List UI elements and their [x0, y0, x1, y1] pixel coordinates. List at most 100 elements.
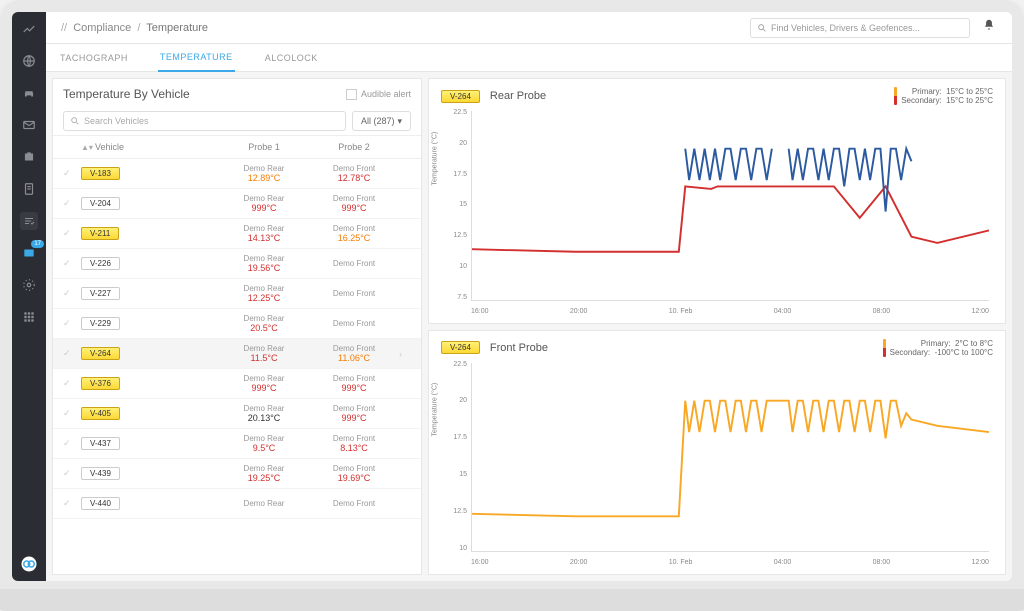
probe2-name: Demo Front: [309, 289, 399, 298]
nav-mail-icon[interactable]: [20, 116, 38, 134]
table-row[interactable]: ✓V-439 Demo Rear19.25°CDemo Front19.69°C: [53, 459, 421, 489]
search-vehicles-input[interactable]: Search Vehicles: [63, 111, 346, 131]
probe2-name: Demo Front: [309, 464, 399, 473]
topbar: // Compliance / Temperature Find Vehicle…: [46, 12, 1012, 44]
probe2-name: Demo Front: [309, 434, 399, 443]
breadcrumb: // Compliance / Temperature: [58, 22, 208, 34]
probe1-value: 20.13°C: [219, 413, 309, 423]
probe2-name: Demo Front: [309, 374, 399, 383]
tab-temperature[interactable]: TEMPERATURE: [158, 44, 235, 72]
notifications-icon[interactable]: [982, 18, 996, 37]
vehicle-tag: V-204: [81, 197, 120, 210]
vehicle-tag: V-264: [81, 347, 120, 360]
check-icon: ✓: [63, 468, 81, 479]
chart-legend: Primary: 15°C to 25°C Secondary: 15°C to…: [894, 87, 993, 105]
table-row[interactable]: ✓V-376Demo Rear999°CDemo Front999°C: [53, 369, 421, 399]
tab-tachograph[interactable]: TACHOGRAPH: [58, 45, 130, 71]
probe2-name: Demo Front: [309, 194, 399, 203]
sidebar: 17: [12, 12, 46, 581]
probe1-value: 19.25°C: [219, 473, 309, 483]
nav-settings-icon[interactable]: [20, 276, 38, 294]
probe2-name: Demo Front: [309, 164, 399, 173]
probe1-value: 12.25°C: [219, 293, 309, 303]
check-icon: ✓: [63, 168, 81, 179]
chart-front-probe: V-264 Front Probe Primary: 2°C to 8°C Se…: [428, 330, 1006, 576]
y-axis-label: Temperature (°C): [432, 383, 439, 437]
probe1-name: Demo Rear: [219, 374, 309, 383]
table-row[interactable]: ✓V-227Demo Rear12.25°CDemo Front: [53, 279, 421, 309]
vehicle-tag: V-405: [81, 407, 120, 420]
chart-title: Front Probe: [490, 342, 548, 354]
sort-icon[interactable]: ▲▾: [81, 143, 93, 152]
nav-globe-icon[interactable]: [20, 52, 38, 70]
table-row[interactable]: ✓V-229Demo Rear20.5°CDemo Front: [53, 309, 421, 339]
nav-card-icon[interactable]: 17: [20, 244, 38, 262]
chevron-right-icon: ›: [399, 349, 411, 359]
audible-alert-toggle[interactable]: Audible alert: [346, 89, 411, 100]
vehicle-tag: V-439: [81, 467, 120, 480]
vehicle-tag: V-229: [81, 317, 120, 330]
chart-plot[interactable]: [471, 111, 989, 301]
probe1-value: 12.89°C: [219, 173, 309, 183]
y-axis-label: Temperature (°C): [432, 131, 439, 185]
probe2-value: 999°C: [309, 203, 399, 213]
probe2-name: Demo Front: [309, 259, 399, 268]
nav-apps-icon[interactable]: [20, 308, 38, 326]
table-row[interactable]: ✓V-204Demo Rear999°CDemo Front999°C: [53, 189, 421, 219]
nav-dashboard-icon[interactable]: [20, 20, 38, 38]
search-icon: [757, 23, 767, 33]
check-icon: ✓: [63, 258, 81, 269]
probe2-name: Demo Front: [309, 499, 399, 508]
table-row[interactable]: ✓V-211Demo Rear14.13°CDemo Front16.25°C: [53, 219, 421, 249]
probe1-value: 14.13°C: [219, 233, 309, 243]
probe2-value: 999°C: [309, 413, 399, 423]
vehicle-tag: V-226: [81, 257, 120, 270]
table-row[interactable]: ✓V-226Demo Rear19.56°CDemo Front: [53, 249, 421, 279]
table-row[interactable]: ✓V-405Demo Rear20.13°CDemo Front999°C: [53, 399, 421, 429]
probe2-value: 11.06°C: [309, 353, 399, 363]
vehicle-tag: V-376: [81, 377, 120, 390]
probe1-name: Demo Rear: [219, 404, 309, 413]
probe2-name: Demo Front: [309, 319, 399, 328]
table-row[interactable]: ✓V-183Demo Rear12.89°CDemo Front12.78°C: [53, 159, 421, 189]
tab-alcolock[interactable]: ALCOLOCK: [263, 45, 320, 71]
vehicle-tag: V-264: [441, 341, 480, 354]
chart-rear-probe: V-264 Rear Probe Primary: 15°C to 25°C S…: [428, 78, 1006, 324]
table-row[interactable]: ✓V-264Demo Rear11.5°CDemo Front11.06°C›: [53, 339, 421, 369]
probe1-name: Demo Rear: [219, 434, 309, 443]
check-icon: ✓: [63, 408, 81, 419]
check-icon: ✓: [63, 348, 81, 359]
probe2-value: 16.25°C: [309, 233, 399, 243]
filter-dropdown[interactable]: All (287) ▾: [352, 111, 411, 131]
check-icon: ✓: [63, 378, 81, 389]
global-search-input[interactable]: Find Vehicles, Drivers & Geofences...: [750, 18, 970, 38]
chart-plot[interactable]: [471, 363, 989, 553]
nav-document-icon[interactable]: [20, 180, 38, 198]
nav-briefcase-icon[interactable]: [20, 148, 38, 166]
probe1-value: 9.5°C: [219, 443, 309, 453]
probe1-name: Demo Rear: [219, 224, 309, 233]
probe1-name: Demo Rear: [219, 464, 309, 473]
probe1-name: Demo Rear: [219, 254, 309, 263]
check-icon: ✓: [63, 498, 81, 509]
probe1-value: 20.5°C: [219, 323, 309, 333]
probe1-value: 11.5°C: [219, 353, 309, 363]
checkbox-icon: [346, 89, 357, 100]
panel-title: Temperature By Vehicle: [63, 87, 190, 101]
vehicle-tag: V-440: [81, 497, 120, 510]
check-icon: ✓: [63, 228, 81, 239]
table-row[interactable]: ✓V-440Demo RearDemo Front: [53, 489, 421, 519]
nav-compliance-icon[interactable]: [20, 212, 38, 230]
probe2-value: 12.78°C: [309, 173, 399, 183]
tabs: TACHOGRAPH TEMPERATURE ALCOLOCK: [46, 44, 1012, 72]
probe1-name: Demo Rear: [219, 344, 309, 353]
table-row[interactable]: ✓V-437Demo Rear9.5°CDemo Front8.13°C: [53, 429, 421, 459]
nav-vehicle-icon[interactable]: [20, 84, 38, 102]
probe1-name: Demo Rear: [219, 164, 309, 173]
table-body: ✓V-183Demo Rear12.89°CDemo Front12.78°C✓…: [53, 159, 421, 574]
probe2-value: 19.69°C: [309, 473, 399, 483]
nav-logo-icon[interactable]: [20, 555, 38, 573]
check-icon: ✓: [63, 288, 81, 299]
probe1-value: 999°C: [219, 203, 309, 213]
vehicle-tag: V-437: [81, 437, 120, 450]
